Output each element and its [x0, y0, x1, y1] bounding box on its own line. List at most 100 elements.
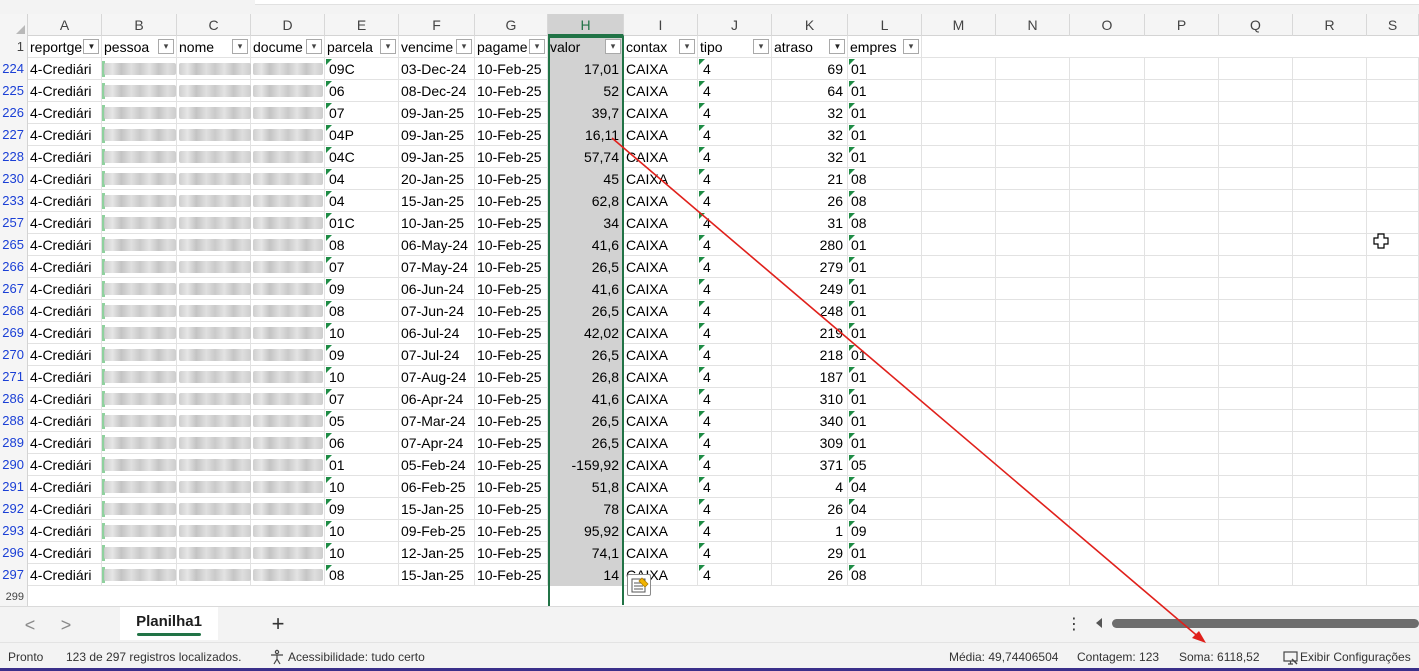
cell-tipo[interactable]: 4 — [698, 454, 772, 476]
cell-reportgeral[interactable]: 4-Crediári — [28, 520, 102, 542]
cell-tipo[interactable]: 4 — [698, 168, 772, 190]
status-average[interactable]: Média: 49,74406504 — [949, 643, 1058, 671]
row-number[interactable]: 266 — [0, 256, 28, 278]
cell-atraso[interactable]: 26 — [772, 564, 848, 586]
cell-pagamento[interactable]: 10-Feb-25 — [475, 366, 548, 388]
header-cell-pessoa[interactable]: pessoa ▾ — [102, 36, 177, 58]
cell-empresa[interactable]: 01 — [848, 366, 922, 388]
cell-vencimento[interactable]: 09-Jan-25 — [399, 102, 475, 124]
cell-empty[interactable] — [1145, 278, 1219, 300]
cell-empty[interactable] — [1219, 102, 1293, 124]
cell-parcela[interactable]: 04 — [325, 190, 399, 212]
cell-reportgeral[interactable]: 4-Crediári — [28, 168, 102, 190]
column-header-m[interactable]: M — [922, 14, 996, 36]
cell-empty[interactable] — [922, 300, 996, 322]
cell-empty[interactable] — [1145, 454, 1219, 476]
cell-empty[interactable] — [1293, 146, 1367, 168]
cell-empty[interactable] — [1070, 168, 1145, 190]
cell-vencimento[interactable]: 06-Jun-24 — [399, 278, 475, 300]
cell-empresa[interactable]: 08 — [848, 564, 922, 586]
cell-pagamento[interactable]: 10-Feb-25 — [475, 344, 548, 366]
cell-parcela[interactable]: 10 — [325, 542, 399, 564]
cell-empty[interactable] — [1219, 476, 1293, 498]
cell-empresa[interactable]: 01 — [848, 388, 922, 410]
cell-pagamento[interactable]: 10-Feb-25 — [475, 146, 548, 168]
cell-atraso[interactable]: 340 — [772, 410, 848, 432]
cell-empty[interactable] — [1293, 388, 1367, 410]
cell-empty[interactable] — [1293, 498, 1367, 520]
cell-contaxx[interactable]: CAIXA — [624, 278, 698, 300]
cell-empty[interactable] — [1219, 454, 1293, 476]
cell-atraso[interactable]: 29 — [772, 542, 848, 564]
row-number[interactable]: 292 — [0, 498, 28, 520]
cell-pagamento[interactable]: 10-Feb-25 — [475, 454, 548, 476]
cell-empresa[interactable]: 04 — [848, 476, 922, 498]
cell-tipo[interactable]: 4 — [698, 322, 772, 344]
cell-pagamento[interactable]: 10-Feb-25 — [475, 190, 548, 212]
cell-vencimento[interactable]: 07-Apr-24 — [399, 432, 475, 454]
header-cell-valor[interactable]: valor ▾ — [548, 36, 624, 58]
cell-empty[interactable] — [1367, 146, 1419, 168]
cell-atraso[interactable]: 219 — [772, 322, 848, 344]
cell-empty[interactable] — [996, 256, 1070, 278]
cell-tipo[interactable]: 4 — [698, 58, 772, 80]
cell-empresa[interactable]: 01 — [848, 146, 922, 168]
header-cell-reportge[interactable]: reportge ▼ — [28, 36, 102, 58]
cell-valor[interactable]: 62,8 — [548, 190, 624, 212]
cell-empty[interactable] — [1070, 476, 1145, 498]
cell-vencimento[interactable]: 09-Jan-25 — [399, 124, 475, 146]
filter-dropdown-icon[interactable]: ▾ — [753, 39, 769, 54]
cell-contaxx[interactable]: CAIXA — [624, 234, 698, 256]
cell-parcela[interactable]: 09C — [325, 58, 399, 80]
cell-empty[interactable] — [996, 146, 1070, 168]
cell-empty[interactable] — [1145, 300, 1219, 322]
cell-empresa[interactable]: 08 — [848, 168, 922, 190]
cell-contaxx[interactable]: CAIXA — [624, 256, 698, 278]
cell-empty[interactable] — [1367, 476, 1419, 498]
cell-vencimento[interactable]: 09-Jan-25 — [399, 146, 475, 168]
cell-empty[interactable] — [996, 124, 1070, 146]
column-header-b[interactable]: B — [102, 14, 177, 36]
row-number[interactable]: 233 — [0, 190, 28, 212]
cell-empty[interactable] — [1145, 388, 1219, 410]
cell-vencimento[interactable]: 06-Feb-25 — [399, 476, 475, 498]
cell-pagamento[interactable]: 10-Feb-25 — [475, 256, 548, 278]
column-header-o[interactable]: O — [1070, 14, 1145, 36]
cell-empty[interactable] — [996, 432, 1070, 454]
cell-contaxx[interactable]: CAIXA — [624, 454, 698, 476]
cell-valor[interactable]: 26,5 — [548, 432, 624, 454]
cell-contaxx[interactable]: CAIXA — [624, 124, 698, 146]
cell-tipo[interactable]: 4 — [698, 344, 772, 366]
cell-pagamento[interactable]: 10-Feb-25 — [475, 58, 548, 80]
cell-vencimento[interactable]: 05-Feb-24 — [399, 454, 475, 476]
cell-empty[interactable] — [1070, 564, 1145, 586]
filter-dropdown-icon[interactable]: ▾ — [529, 39, 545, 54]
cell-empty[interactable] — [1070, 146, 1145, 168]
cell-reportgeral[interactable]: 4-Crediári — [28, 564, 102, 586]
cell-vencimento[interactable]: 07-May-24 — [399, 256, 475, 278]
select-all-button[interactable] — [0, 14, 28, 36]
cell-pagamento[interactable]: 10-Feb-25 — [475, 476, 548, 498]
cell-empty[interactable] — [1070, 366, 1145, 388]
cell-empty[interactable] — [1219, 344, 1293, 366]
cell-empty[interactable] — [922, 498, 996, 520]
cell-empty[interactable] — [1145, 234, 1219, 256]
cell-empty[interactable] — [1070, 344, 1145, 366]
cell-empty[interactable] — [922, 322, 996, 344]
cell-empresa[interactable]: 08 — [848, 212, 922, 234]
cell-contaxx[interactable]: CAIXA — [624, 388, 698, 410]
cell-pagamento[interactable]: 10-Feb-25 — [475, 542, 548, 564]
cell-empty[interactable] — [1145, 124, 1219, 146]
cell-empty[interactable] — [1145, 212, 1219, 234]
cell-empty[interactable] — [1070, 542, 1145, 564]
row-number[interactable]: 227 — [0, 124, 28, 146]
cell-contaxx[interactable]: CAIXA — [624, 102, 698, 124]
cell-empresa[interactable]: 01 — [848, 432, 922, 454]
spreadsheet-grid[interactable]: ABCDEFGHIJKLMNOPQRS 1 reportge ▼ pessoa ▾ nom… — [0, 14, 1419, 606]
cell-contaxx[interactable]: CAIXA — [624, 322, 698, 344]
cell-empresa[interactable]: 01 — [848, 124, 922, 146]
cell-vencimento[interactable]: 09-Feb-25 — [399, 520, 475, 542]
cell-pagamento[interactable]: 10-Feb-25 — [475, 432, 548, 454]
filter-dropdown-icon[interactable]: ▾ — [605, 39, 621, 54]
cell-pagamento[interactable]: 10-Feb-25 — [475, 300, 548, 322]
